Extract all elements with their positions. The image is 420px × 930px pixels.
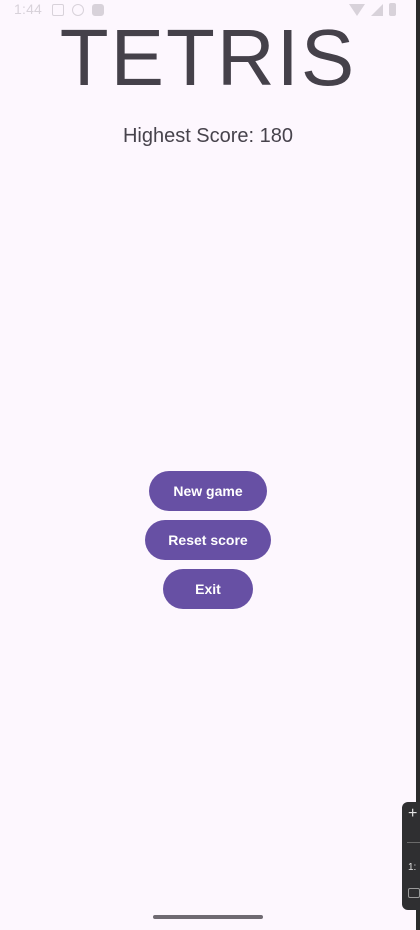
- reset-score-button[interactable]: Reset score: [145, 520, 271, 560]
- exit-button[interactable]: Exit: [163, 569, 253, 609]
- app-title: TETRIS: [59, 13, 357, 102]
- home-indicator[interactable]: [153, 915, 263, 919]
- aspect-ratio-label[interactable]: 1:: [408, 862, 416, 873]
- emulator-toolbar: + 1:: [402, 802, 420, 910]
- toolbar-divider: [407, 842, 420, 843]
- highest-score-label: Highest Score: 180: [122, 125, 294, 147]
- add-icon[interactable]: +: [408, 806, 417, 822]
- window-edge: [416, 0, 420, 930]
- new-game-button[interactable]: New game: [149, 471, 267, 511]
- screen-icon[interactable]: [408, 888, 420, 898]
